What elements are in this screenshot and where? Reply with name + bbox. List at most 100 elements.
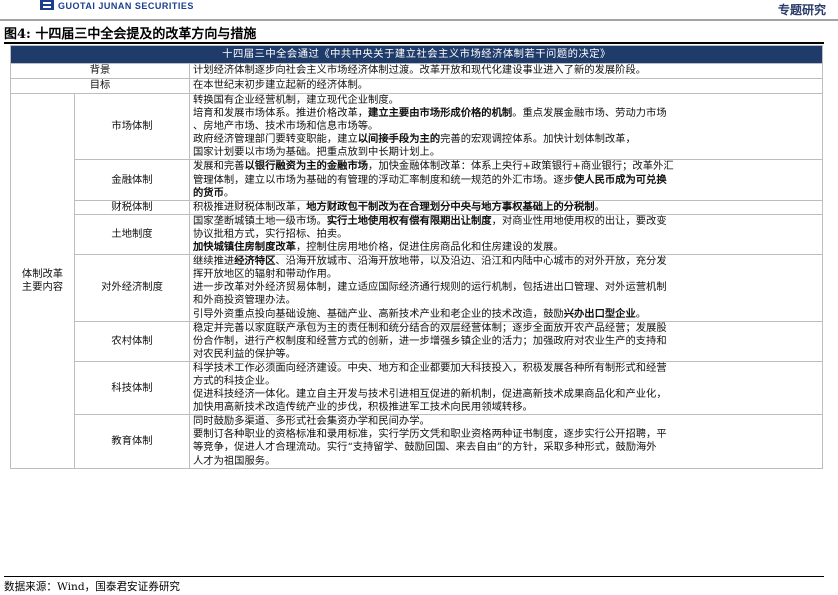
content-line: 挥开放地区的辐射和带动作用。	[193, 268, 819, 281]
content-line: 同时鼓励多渠道、多形式社会集资办学和民间办学。	[193, 415, 819, 428]
content-line: 促进科技经济一体化。建立自主开发与技术引进相互促进的新机制，促进高新技术成果商品…	[193, 388, 819, 401]
reform-row: 金融体制 发展和完善以银行融资为主的金融市场，加快金融体制改革：体系上央行+政策银…	[11, 159, 824, 201]
content-line: 管理体制，建立以市场为基础的有管理的浮动汇率制度和统一规范的外汇市场。逐步使人民…	[193, 174, 819, 187]
content-text: 人才为祖国服务。	[193, 454, 276, 467]
table-title: 十四届三中全会通过《中共中央关于建立社会主义市场经济体制若干问题的决定》	[9, 45, 824, 64]
content-line: 国家垄断城镇土地一级市场。实行土地使用权有偿有限期出让制度，对商业性用地使用权的…	[193, 215, 819, 228]
content-text: 和外商投资管理办法。	[193, 294, 296, 307]
content-text: 转换国有企业经营机制，建立现代企业制度。	[193, 94, 399, 106]
content-text: 同时鼓励多渠道、多形式社会集资办学和民间办学。	[193, 415, 430, 428]
background-label: 背景	[10, 63, 190, 79]
reform-table: 十四届三中全会通过《中共中央关于建立社会主义市场经济体制若干问题的决定》 背景 …	[9, 45, 824, 469]
reform-category-content: 发展和完善以银行融资为主的金融市场，加快金融体制改革：体系上央行+政策银行+商业…	[188, 159, 824, 201]
page-header: GUOTAI JUNAN SECURITIES 专题研究	[0, 0, 838, 21]
emphasis-text: 的货币	[193, 186, 224, 199]
emphasis-text: 以银行融资为主的金融市场	[244, 160, 369, 173]
reform-category-content: 转换国有企业经营机制，建立现代企业制度。 培育和发展市场体系。推进价格改革，建立主…	[188, 92, 824, 161]
goal-label: 目标	[10, 78, 190, 94]
table-title-row: 十四届三中全会通过《中共中央关于建立社会主义市场经济体制若干问题的决定》	[9, 45, 824, 64]
content-text: 要制订各种职业的资格标准和录用标准，实行学历文凭和职业资格两种证书制度，逐步实行…	[193, 428, 667, 441]
content-line: 对农民利益的保护等。	[193, 348, 819, 361]
content-text: 。	[223, 186, 235, 199]
content-line: 稳定并完善以家庭联产承包为主的责任制和统分结合的双层经营体制；逐步全面放开农产品…	[193, 322, 819, 335]
reform-category-content: 继续推进经济特区、沿海开放城市、沿海开放地带，以及沿边、沿江和内陆中心城市的对外…	[188, 254, 824, 322]
content-line: 转换国有企业经营机制，建立现代企业制度。	[193, 94, 819, 107]
content-text: 。	[635, 307, 647, 320]
background-row: 背景 计划经济体制逐步向社会主义市场经济体制过渡。改革开放和现代化建设事业进入了…	[10, 63, 824, 79]
content-text: 培育和发展市场体系。推进价格改革，	[193, 107, 369, 120]
goal-row: 目标 在本世纪末初步建立起新的经济体制。	[10, 78, 824, 94]
reform-category-label: 教育体制	[74, 414, 190, 469]
content-line: 等竞争，促进人才合理流动。实行“支持留学、鼓励回国、来去自由”的方针，采取多种形…	[193, 441, 819, 454]
content-text: 完善的宏观调控体系。加快计划体制改革，	[440, 133, 636, 146]
content-text: 加快用高新技术改造传统产业的步伐，积极推进军工技术向民用领域转移。	[193, 401, 533, 414]
reform-row: 科技体制 科学技术工作必须面向经济建设。中央、地方和企业都要加大科技投入，积极发展…	[11, 360, 824, 416]
content-text: ，控制住房用地价格，促进住房商品化和住房建设的发展。	[295, 241, 564, 254]
reform-row: 体制改革 主要内容 市场体制 转换国有企业经营机制，建立现代企业制度。 培育和发展市场体…	[10, 92, 824, 469]
emphasis-text: 以间接手段为主的	[357, 133, 441, 146]
logo-icon	[40, 0, 54, 10]
background-content: 计划经济体制逐步向社会主义市场经济体制过渡。改革开放和现代化建设事业进入了新的发…	[188, 63, 824, 79]
content-text: 在本世纪末初步建立起新的经济体制。	[193, 79, 369, 92]
reform-row: 教育体制 同时鼓励多渠道、多形式社会集资办学和民间办学。 要制订各种职业的资格标准和…	[11, 414, 824, 469]
content-text: 积极推进财税体制改革，	[193, 200, 307, 213]
content-text: 、房地产市场、技术市场和信息市场等。	[193, 120, 379, 133]
reform-category-label: 农村体制	[74, 320, 190, 362]
reform-category-label: 金融体制	[74, 159, 190, 201]
emphasis-text: 经济特区	[234, 255, 276, 268]
report-type: 专题研究	[777, 3, 826, 17]
content-line: 引导外资重点投向基础设施、基础产业、高新技术产业和老企业的技术改造，鼓励兴办出口…	[193, 308, 819, 321]
source-note: 数据来源：Wind，国泰君安证券研究	[4, 581, 181, 593]
content-line: 继续推进经济特区、沿海开放城市、沿海开放地带，以及沿边、沿江和内陆中心城市的对外…	[193, 255, 819, 268]
content-line: 和外商投资管理办法。	[193, 294, 819, 307]
reform-category-content: 稳定并完善以家庭联产承包为主的责任制和统分结合的双层经营体制；逐步全面放开农产品…	[188, 320, 824, 362]
header-rule	[0, 19, 838, 21]
reform-row: 对外经济制度 继续推进经济特区、沿海开放城市、沿海开放地带，以及沿边、沿江和内陆中…	[11, 254, 824, 322]
group-label-line: 体制改革	[21, 267, 64, 280]
reform-row: 财税体制 积极推进财税体制改革，地方财政包干制改为在合理划分中央与地方事权基础上的…	[11, 199, 824, 215]
content-text: 国家垄断城镇土地一级市场。	[193, 214, 327, 227]
goal-content: 在本世纪末初步建立起新的经济体制。	[188, 78, 824, 94]
content-text: 发展和完善	[193, 160, 245, 173]
content-text: 促进科技经济一体化。建立自主开发与技术引进相互促进的新机制，促进高新技术成果商品…	[193, 388, 667, 401]
content-text: 计划经济体制逐步向社会主义市场经济体制过渡。改革开放和现代化建设事业进入了新的发…	[193, 64, 647, 77]
content-line: 政府经济管理部门要转变职能，建立以间接手段为主的完善的宏观调控体系。加快计划体制…	[193, 133, 819, 146]
reform-category-content: 积极推进财税体制改革，地方财政包干制改为在合理划分中央与地方事权基础上的分税制。	[188, 199, 824, 215]
content-text: 管理体制，建立以市场为基础的有管理的浮动汇率制度和统一规范的外汇市场。逐步	[193, 173, 574, 186]
content-text: 科学技术工作必须面向经济建设。中央、地方和企业都要加大科技投入，积极发展各种所有…	[193, 361, 667, 374]
content-line: 加快用高新技术改造传统产业的步伐，积极推进军工技术向民用领域转移。	[193, 401, 819, 414]
content-line: 计划经济体制逐步向社会主义市场经济体制过渡。改革开放和现代化建设事业进入了新的发…	[193, 64, 819, 77]
emphasis-text: 实行土地使用权有偿有限期出让制度	[326, 214, 492, 227]
content-line: 科学技术工作必须面向经济建设。中央、地方和企业都要加大科技投入，积极发展各种所有…	[193, 362, 819, 375]
content-text: 份合作制，进行产权制度和经营方式的创新，进一步增强乡镇企业的活力；加强政府对农业…	[193, 334, 667, 347]
brand-name: GUOTAI JUNAN SECURITIES	[58, 1, 194, 11]
content-line: 积极推进财税体制改革，地方财政包干制改为在合理划分中央与地方事权基础上的分税制。	[193, 201, 819, 214]
content-text: 、沿海开放城市、沿海开放地带，以及沿边、沿江和内陆中心城市的对外开放，充分发	[275, 255, 667, 268]
content-line: 发展和完善以银行融资为主的金融市场，加快金融体制改革：体系上央行+政策银行+商业…	[193, 160, 819, 173]
group-label-line: 主要内容	[21, 280, 64, 293]
reform-category-content: 国家垄断城镇土地一级市场。实行土地使用权有偿有限期出让制度，对商业性用地使用权的…	[188, 213, 824, 256]
source-rule	[4, 576, 824, 578]
content-text: 引导外资重点投向基础设施、基础产业、高新技术产业和老企业的技术改造，鼓励	[193, 307, 564, 320]
reform-category-label: 财税体制	[74, 199, 190, 215]
content-line: 协议批租方式，实行招标、拍卖。	[193, 228, 819, 241]
emphasis-text: 加快城镇住房制度改革	[193, 241, 296, 254]
content-line: 国家计划要以市场为基础。把重点放到中长期计划上。	[193, 146, 819, 159]
content-text: 国家计划要以市场为基础。把重点放到中长期计划上。	[193, 146, 441, 159]
content-text: 进一步改革对外经济贸易体制，建立适应国际经济通行规则的运行机制，包括进出口管理、…	[193, 281, 667, 294]
content-text: 。	[594, 200, 605, 213]
content-text: 挥开放地区的辐射和带动作用。	[193, 268, 338, 281]
reform-category-content: 同时鼓励多渠道、多形式社会集资办学和民间办学。 要制订各种职业的资格标准和录用标准…	[188, 414, 824, 469]
reform-category-label: 科技体制	[74, 360, 190, 416]
reform-category-label: 市场体制	[74, 92, 190, 161]
content-text: 等竞争，促进人才合理流动。实行“支持留学、鼓励回国、来去自由”的方针，采取多种形…	[193, 441, 657, 454]
emphasis-text: 兴办出口型企业	[563, 307, 636, 320]
content-text: 继续推进	[193, 255, 235, 268]
content-line: 、房地产市场、技术市场和信息市场等。	[193, 120, 819, 133]
figure-title-rule	[4, 42, 824, 44]
figure-title: 图4: 十四届三中全会提及的改革方向与措施	[4, 27, 257, 42]
content-line: 加快城镇住房制度改革，控制住房用地价格，促进住房商品化和住房建设的发展。	[193, 241, 819, 254]
content-text: 对农民利益的保护等。	[193, 347, 296, 360]
content-line: 人才为祖国服务。	[193, 455, 819, 468]
content-text: 方式的科技企业。	[193, 374, 276, 387]
